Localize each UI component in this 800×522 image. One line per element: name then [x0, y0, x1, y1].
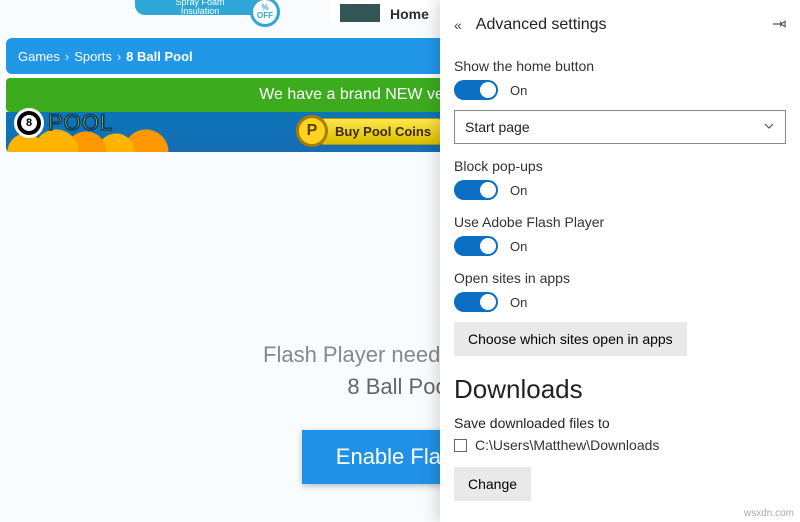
apps-toggle-row: On: [454, 292, 786, 312]
ad-badge[interactable]: Spray Foam Insulation: [135, 0, 265, 15]
pin-svg: [772, 17, 786, 31]
back-icon[interactable]: «: [454, 17, 462, 33]
select-value: Start page: [465, 119, 530, 135]
flash-state: On: [510, 239, 527, 254]
site-logo-tile[interactable]: [340, 4, 380, 22]
apps-toggle[interactable]: [454, 292, 498, 312]
ad-discount-icon[interactable]: % OFF: [250, 0, 280, 27]
buy-coins-button[interactable]: P Buy Pool Coins: [296, 116, 442, 146]
panel-scrollbar[interactable]: [792, 0, 800, 522]
flash-toggle-row: On: [454, 236, 786, 256]
panel-header: « Advanced settings: [454, 0, 786, 50]
home-button-label: Show the home button: [454, 58, 786, 74]
download-path-row: C:\Users\Matthew\Downloads: [454, 437, 786, 453]
apps-label: Open sites in apps: [454, 270, 786, 286]
folder-icon: [454, 439, 467, 452]
ad-off: OFF: [257, 12, 273, 20]
ad-text-2: Insulation: [181, 6, 220, 16]
change-button[interactable]: Change: [454, 467, 531, 501]
pool-word: POOL: [48, 110, 113, 136]
choose-sites-button[interactable]: Choose which sites open in apps: [454, 322, 687, 356]
popups-toggle[interactable]: [454, 180, 498, 200]
home-button-select[interactable]: Start page: [454, 110, 786, 144]
save-to-label: Save downloaded files to: [454, 415, 786, 431]
popups-label: Block pop-ups: [454, 158, 786, 174]
eight-ball-icon: 8: [14, 108, 44, 138]
setting-flash: Use Adobe Flash Player On: [454, 214, 786, 256]
buy-coins-label: Buy Pool Coins: [320, 118, 442, 145]
apps-state: On: [510, 295, 527, 310]
home-button-state: On: [510, 83, 527, 98]
coin-icon: P: [296, 115, 328, 147]
nav-home[interactable]: Home: [390, 6, 429, 22]
panel-title: Advanced settings: [476, 16, 607, 34]
popups-toggle-row: On: [454, 180, 786, 200]
setting-open-in-apps: Open sites in apps On Choose which sites…: [454, 270, 786, 356]
pin-icon[interactable]: [772, 17, 786, 34]
crumb-sep-1: ›: [65, 49, 69, 64]
pool-logo[interactable]: 8 POOL: [14, 108, 113, 138]
crumb-current: 8 Ball Pool: [126, 49, 192, 64]
crumb-sep-2: ›: [117, 49, 121, 64]
flash-toggle[interactable]: [454, 236, 498, 256]
flash-label: Use Adobe Flash Player: [454, 214, 786, 230]
watermark: wsxdn.com: [744, 508, 794, 519]
advanced-settings-panel: « Advanced settings Show the home button…: [440, 0, 800, 522]
coin-letter: P: [307, 122, 318, 140]
home-button-toggle-row: On: [454, 80, 786, 100]
setting-home-button: Show the home button On Start page: [454, 58, 786, 144]
crumb-sports[interactable]: Sports: [74, 49, 112, 64]
crumb-games[interactable]: Games: [18, 49, 60, 64]
popups-state: On: [510, 183, 527, 198]
home-button-toggle[interactable]: [454, 80, 498, 100]
setting-popups: Block pop-ups On: [454, 158, 786, 200]
eight-number: 8: [21, 115, 37, 131]
download-path: C:\Users\Matthew\Downloads: [475, 437, 659, 453]
chevron-down-icon: [763, 120, 775, 135]
downloads-title: Downloads: [454, 374, 786, 405]
